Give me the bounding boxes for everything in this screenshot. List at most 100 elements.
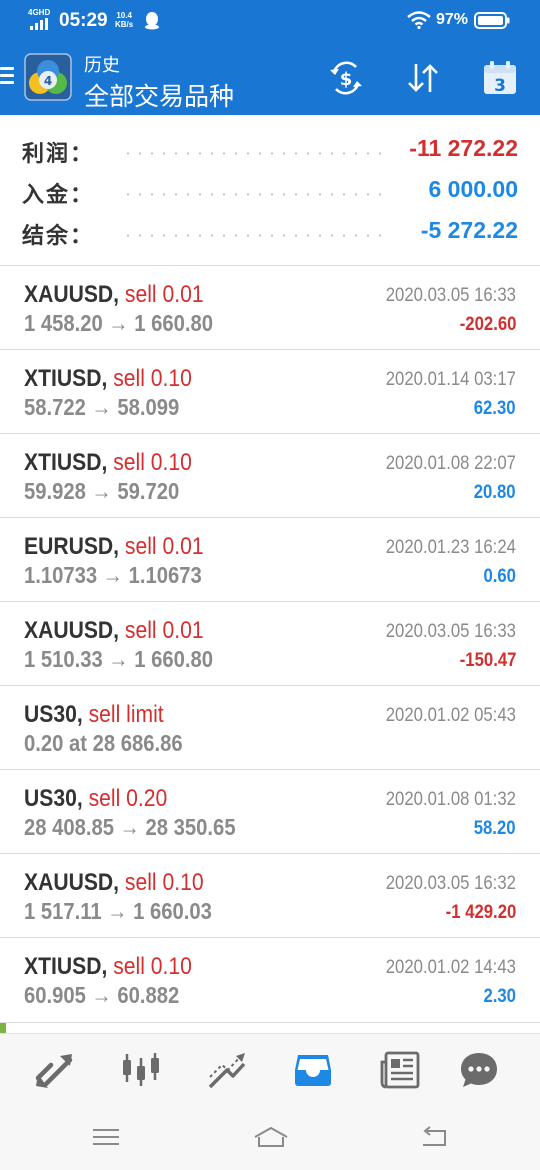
trade-row[interactable]: XTIUSD, sell 0.10 58.722 → 58.099 2020.0… xyxy=(0,349,540,433)
metatrader-logo: 4 xyxy=(24,53,72,101)
nav-history[interactable] xyxy=(293,1050,333,1090)
trade-row[interactable]: XAUUSD, sell 0.01 1 458.20 → 1 660.80 20… xyxy=(0,265,540,349)
deposit-value: 6 000.00 xyxy=(428,176,518,202)
trade-time: 2020.03.05 16:33 xyxy=(385,285,516,306)
network-speed: 10.4 KB/s xyxy=(115,11,133,29)
nav-quotes[interactable] xyxy=(34,1050,74,1090)
home-icon[interactable] xyxy=(253,1123,289,1151)
balance-value: -5 272.22 xyxy=(420,217,518,243)
menu-icon[interactable] xyxy=(0,64,14,88)
trade-symbol: XTIUSD, sell 0.10 xyxy=(24,953,192,981)
symbol-text: XAUUSD, xyxy=(24,281,120,308)
symbol-text: US30, xyxy=(24,701,83,728)
trade-icon xyxy=(208,1053,246,1089)
symbol-text: XAUUSD, xyxy=(24,869,120,896)
nav-charts[interactable] xyxy=(121,1050,161,1090)
profit-label: 利润： xyxy=(22,141,95,166)
summary-profit-row: 利润： -11 272.22 xyxy=(0,128,540,168)
balance-label: 结余： xyxy=(22,223,95,248)
symbol-text: XTIUSD, xyxy=(24,365,108,392)
nav-news[interactable] xyxy=(380,1050,420,1090)
trade-prices: 58.722 → 58.099 xyxy=(24,394,180,420)
signal-icon xyxy=(30,18,52,30)
sort-icon xyxy=(408,64,438,92)
symbol-text: XAUUSD, xyxy=(24,617,120,644)
status-time: 05:29 xyxy=(59,10,108,31)
trade-row[interactable]: US30, sell 0.20 28 408.85 → 28 350.65 20… xyxy=(0,769,540,853)
back-icon[interactable] xyxy=(419,1123,449,1151)
list-divider xyxy=(0,1022,540,1023)
app-bar: 4 历史 全部交易品种 $ 3 xyxy=(0,40,540,115)
trade-row[interactable]: EURUSD, sell 0.01 1.10733 → 1.10673 2020… xyxy=(0,517,540,601)
trade-time: 2020.01.14 03:17 xyxy=(385,369,516,390)
trade-row[interactable]: US30, sell limit 0.20 at 28 686.86 2020.… xyxy=(0,685,540,769)
trade-profit: 2.30 xyxy=(483,986,516,1007)
trade-symbol: XTIUSD, sell 0.10 xyxy=(24,365,192,393)
trade-profit: 58.20 xyxy=(474,818,516,839)
trade-profit: 62.30 xyxy=(474,398,516,419)
trade-profit: 20.80 xyxy=(474,482,516,503)
trade-symbol: XAUUSD, sell 0.01 xyxy=(24,617,204,645)
trade-profit: -150.47 xyxy=(459,650,516,671)
page-title[interactable]: 全部交易品种 xyxy=(84,77,234,113)
currency-exchange-icon: $ xyxy=(330,61,362,95)
deposit-label: 入金： xyxy=(22,182,95,207)
calendar-icon: 3 xyxy=(484,61,516,96)
bottom-navigation xyxy=(0,1033,540,1105)
trade-row[interactable]: XAUUSD, sell 0.10 1 517.11 → 1 660.03 20… xyxy=(0,853,540,937)
trade-side: sell 0.10 xyxy=(113,365,192,392)
trade-prices: 1.10733 → 1.10673 xyxy=(24,562,202,588)
svg-text:$: $ xyxy=(340,69,353,90)
trade-prices: 1 510.33 → 1 660.80 xyxy=(24,646,214,672)
symbol-text: EURUSD, xyxy=(24,533,120,560)
symbol-text: XTIUSD, xyxy=(24,449,108,476)
trade-prices: 0.20 at 28 686.86 xyxy=(24,730,183,756)
trade-prices: 59.928 → 59.720 xyxy=(24,478,180,504)
symbol-text: XTIUSD, xyxy=(24,953,108,980)
scroll-indicator xyxy=(0,1023,6,1033)
svg-text:4: 4 xyxy=(44,74,52,88)
trade-time: 2020.01.02 05:43 xyxy=(385,705,516,726)
wifi-icon xyxy=(407,11,431,29)
quotes-icon xyxy=(35,1054,73,1088)
calendar-button[interactable]: 3 xyxy=(480,58,520,98)
trade-side: sell 0.10 xyxy=(113,449,192,476)
summary-panel: 利润： -11 272.22 入金： 6 000.00 结余： -5 272.2… xyxy=(0,115,540,265)
trade-time: 2020.01.23 16:24 xyxy=(385,537,516,558)
trade-symbol: XTIUSD, sell 0.10 xyxy=(24,449,192,477)
leader-dots xyxy=(122,152,390,155)
trade-symbol: US30, sell limit xyxy=(24,701,164,729)
trade-prices: 60.905 → 60.882 xyxy=(24,982,180,1008)
trade-side: sell 0.20 xyxy=(88,785,168,812)
recent-apps-icon[interactable] xyxy=(91,1123,121,1151)
trade-row[interactable]: XTIUSD, sell 0.10 60.905 → 60.882 2020.0… xyxy=(0,937,540,1021)
summary-deposit-row: 入金： 6 000.00 xyxy=(0,169,540,209)
trade-prices: 1 458.20 → 1 660.80 xyxy=(24,310,214,336)
trade-profit: 0.60 xyxy=(483,566,516,587)
trade-time: 2020.01.08 22:07 xyxy=(385,453,516,474)
news-icon xyxy=(380,1051,420,1089)
trade-side: sell 0.10 xyxy=(124,869,204,896)
trade-symbol: XAUUSD, sell 0.01 xyxy=(24,281,204,309)
trade-time: 2020.01.02 14:43 xyxy=(385,957,516,978)
history-inbox-icon xyxy=(295,1055,331,1086)
trade-row[interactable]: XTIUSD, sell 0.10 59.928 → 59.720 2020.0… xyxy=(0,433,540,517)
trade-profit: -202.60 xyxy=(459,314,516,335)
trade-history-list: XAUUSD, sell 0.01 1 458.20 → 1 660.80 20… xyxy=(0,265,540,1021)
nav-trade[interactable] xyxy=(207,1050,247,1090)
trade-profit: -1 429.20 xyxy=(445,902,516,923)
battery-percent: 97% xyxy=(436,11,469,28)
network-type: 4GHD xyxy=(28,8,51,17)
chat-icon xyxy=(461,1053,497,1087)
qq-icon xyxy=(145,12,159,30)
trade-time: 2020.03.05 16:32 xyxy=(385,873,516,894)
calendar-day: 3 xyxy=(494,76,506,96)
currency-exchange-button[interactable]: $ xyxy=(326,58,366,98)
trade-row[interactable]: XAUUSD, sell 0.01 1 510.33 → 1 660.80 20… xyxy=(0,601,540,685)
trade-symbol: US30, sell 0.20 xyxy=(24,785,167,813)
trade-prices: 1 517.11 → 1 660.03 xyxy=(24,898,212,924)
sort-button[interactable] xyxy=(403,58,443,98)
nav-chat[interactable] xyxy=(459,1050,499,1090)
profit-value: -11 272.22 xyxy=(409,135,518,161)
trade-symbol: EURUSD, sell 0.01 xyxy=(24,533,204,561)
